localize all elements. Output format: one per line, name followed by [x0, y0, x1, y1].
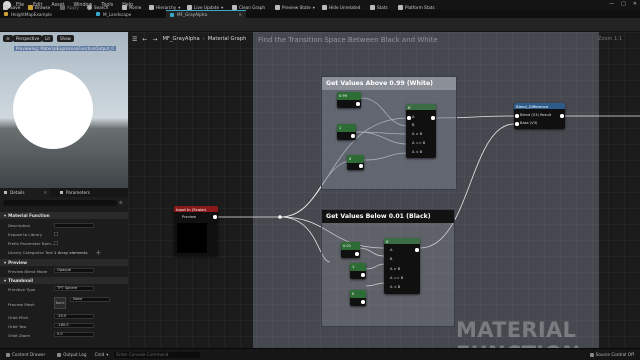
if-node-top-title: If	[406, 104, 436, 110]
if-node-bottom-title: If	[384, 238, 420, 244]
constant-0-bottom-value: 0	[350, 290, 366, 298]
output-log-icon	[57, 352, 62, 357]
graph-wires	[218, 97, 640, 287]
if-bottom-output-pin[interactable]	[415, 248, 419, 252]
constant-0-pin[interactable]	[359, 164, 363, 168]
constant-node-0-bottom[interactable]: 0	[350, 290, 366, 306]
content-drawer-button[interactable]: Content Drawer	[6, 352, 45, 357]
blend-difference-node[interactable]: Blend_Difference Blend (V3) Result Base …	[514, 103, 565, 129]
chevron-down-icon: ▾	[106, 352, 109, 357]
input-preview-swatch	[177, 223, 207, 253]
constant-099-pin[interactable]	[356, 102, 360, 106]
if-node-top[interactable]: If A B A > B A == B A < B	[406, 104, 436, 158]
source-control-icon	[589, 352, 594, 357]
constant-1-pin[interactable]	[351, 134, 355, 138]
status-bar: Content Drawer Output Log Cmd ▾ Enter Con…	[0, 348, 640, 360]
constant-node-001[interactable]: 0.01	[341, 242, 360, 258]
console-command-input[interactable]: Enter Console Command	[114, 351, 201, 358]
constant-0-bottom-pin[interactable]	[361, 300, 365, 304]
constant-1-value: 1	[337, 124, 356, 132]
input-node[interactable]: Input In (Scalar) Preview	[174, 206, 218, 256]
output-log-button[interactable]: Output Log	[57, 352, 87, 357]
reroute-node	[278, 215, 282, 219]
constant-node-099[interactable]: 0.99	[337, 92, 361, 108]
if-node-bottom[interactable]: If A B A > B A == B A < B	[384, 238, 420, 294]
constant-node-1[interactable]: 1	[337, 124, 356, 140]
source-control-button[interactable]: Source Control Off	[589, 352, 634, 357]
constant-001-value: 0.01	[341, 242, 360, 250]
input-output-pin[interactable]	[213, 215, 217, 219]
constant-099-value: 0.99	[337, 92, 361, 100]
constant-node-1-bottom[interactable]: 1	[350, 263, 366, 279]
input-node-title: Input In (Scalar)	[174, 206, 218, 212]
content-drawer-icon	[6, 352, 10, 357]
comment-below-001-title: Get Values Below 0.01 (Black)	[322, 210, 454, 223]
blend-output-pin[interactable]	[560, 114, 564, 118]
blend-node-title: Blend_Difference	[514, 103, 565, 109]
cmd-dropdown[interactable]: Cmd ▾	[95, 352, 109, 357]
blend-pin-blend[interactable]	[515, 114, 519, 118]
constant-node-0[interactable]: 0	[347, 155, 364, 170]
comment-above-099-title: Get Values Above 0.99 (White)	[322, 77, 456, 90]
constant-001-pin[interactable]	[355, 252, 359, 256]
if-top-pin-a[interactable]	[407, 116, 411, 120]
constant-1-bottom-value: 1	[350, 263, 366, 271]
if-top-output-pin[interactable]	[431, 116, 435, 120]
blend-pin-base[interactable]	[515, 122, 519, 126]
input-preview-label: Preview	[182, 215, 196, 219]
constant-0-value: 0	[347, 155, 364, 163]
constant-1-bottom-pin[interactable]	[361, 273, 365, 277]
